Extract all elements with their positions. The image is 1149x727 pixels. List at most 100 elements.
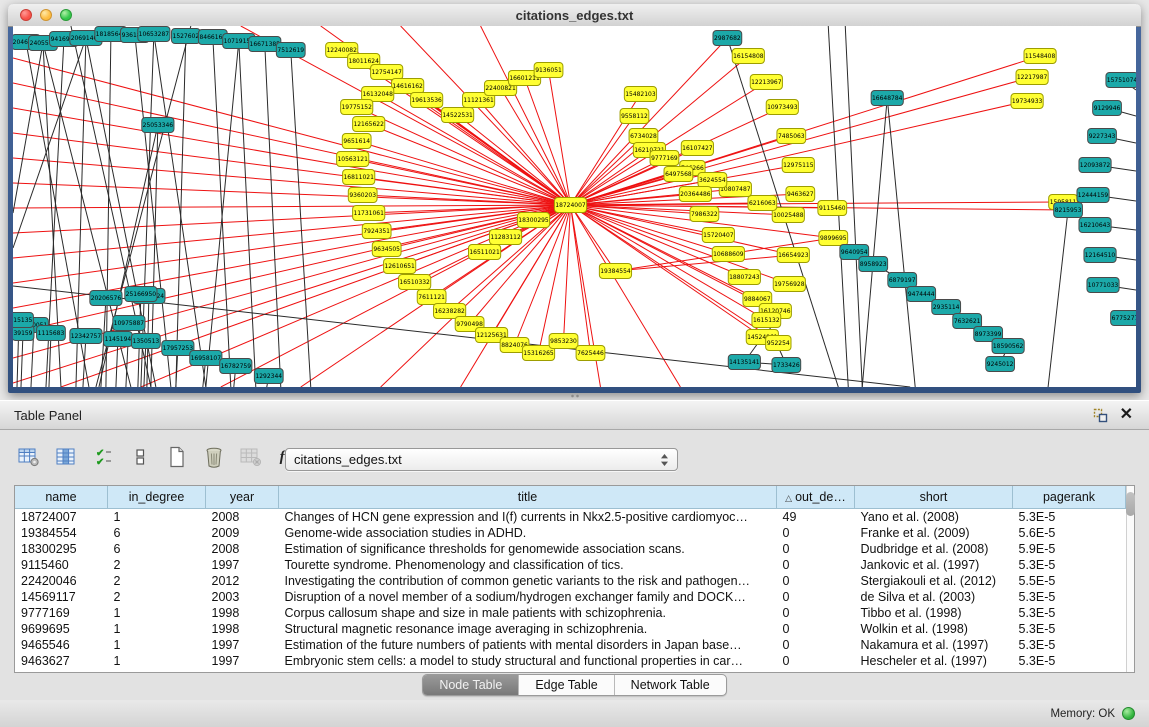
citation-edge-red[interactable] xyxy=(481,26,571,205)
close-panel-icon[interactable]: ✕ xyxy=(1120,407,1133,423)
table-cell[interactable]: Jankovic et al. (1997) xyxy=(855,557,1013,573)
table-row[interactable]: 1938455462009Genome-wide association stu… xyxy=(15,525,1126,541)
tab-edge-table[interactable]: Edge Table xyxy=(519,675,614,695)
graph-node[interactable]: 6216063 xyxy=(748,196,777,211)
citation-edge-red[interactable] xyxy=(571,150,650,205)
graph-node[interactable]: 9115460 xyxy=(818,201,847,216)
citation-edge-red[interactable] xyxy=(571,205,591,353)
table-cell[interactable]: 2 xyxy=(108,557,206,573)
graph-node[interactable]: 6734028 xyxy=(629,129,658,144)
table-cell[interactable]: 5.5E-5 xyxy=(1013,573,1126,589)
column-header-out_de[interactable]: △out_de… xyxy=(777,486,855,509)
table-cell[interactable]: Embryonic stem cells: a model to study s… xyxy=(279,653,777,669)
table-row[interactable]: 911546021997Tourette syndrome. Phenomeno… xyxy=(15,557,1126,573)
citation-edge-red[interactable] xyxy=(13,58,571,205)
graph-node[interactable]: 14522531 xyxy=(442,108,474,123)
citation-edge-red[interactable] xyxy=(571,205,616,271)
table-cell[interactable]: 1 xyxy=(108,605,206,621)
citation-edge-black[interactable] xyxy=(13,43,43,213)
graph-node[interactable]: 7512619 xyxy=(276,43,305,58)
citation-edge-black[interactable] xyxy=(265,44,281,387)
table-cell[interactable]: 0 xyxy=(777,541,855,557)
citation-edge-black[interactable] xyxy=(154,34,206,387)
table-cell[interactable]: 18300295 xyxy=(15,541,108,557)
citation-edge-red[interactable] xyxy=(13,205,571,333)
table-cell[interactable]: 2003 xyxy=(206,589,279,605)
table-cell[interactable]: 9463627 xyxy=(15,653,108,669)
table-cell[interactable]: 2 xyxy=(108,589,206,605)
table-cell[interactable]: 5.3E-5 xyxy=(1013,653,1126,669)
graph-node[interactable]: 16154808 xyxy=(732,49,764,64)
zoom-window-button[interactable] xyxy=(60,9,72,21)
citation-edge-black[interactable] xyxy=(887,98,915,387)
table-cell[interactable]: 1 xyxy=(108,653,206,669)
minimize-window-button[interactable] xyxy=(40,9,52,21)
table-cell[interactable]: 0 xyxy=(777,573,855,589)
graph-node[interactable]: 19775152 xyxy=(341,100,373,115)
graph-node[interactable]: 12164510 xyxy=(1084,248,1116,263)
citation-edge-red[interactable] xyxy=(13,158,571,205)
citation-edge-black[interactable] xyxy=(862,98,887,387)
table-row[interactable]: 946554611997Estimation of the future num… xyxy=(15,637,1126,653)
table-row[interactable]: 1456911722003Disruption of a novel membe… xyxy=(15,589,1126,605)
graph-node[interactable]: 9777169 xyxy=(650,151,679,166)
table-cell[interactable]: Yano et al. (2008) xyxy=(855,509,1013,526)
graph-node[interactable]: 14616162 xyxy=(392,79,424,94)
graph-node[interactable]: 11548408 xyxy=(1024,49,1056,64)
citation-edge-black[interactable] xyxy=(845,26,862,387)
citation-edge-black[interactable] xyxy=(49,333,51,387)
graph-node[interactable]: 12217987 xyxy=(1016,70,1048,85)
citation-edge-red[interactable] xyxy=(458,115,571,205)
table-cell[interactable]: 5.3E-5 xyxy=(1013,637,1126,653)
table-cell[interactable]: 2009 xyxy=(206,525,279,541)
graph-node[interactable]: 8215953 xyxy=(1054,203,1083,218)
table-vertical-scrollbar[interactable] xyxy=(1126,486,1134,672)
panel-resize-grip[interactable] xyxy=(570,394,580,398)
graph-node[interactable]: 2987682 xyxy=(713,31,742,46)
graph-node[interactable]: 6879197 xyxy=(888,273,917,288)
network-window-titlebar[interactable]: citations_edges.txt xyxy=(8,4,1141,27)
graph-node[interactable]: 9899695 xyxy=(819,231,848,246)
graph-node[interactable]: 10563121 xyxy=(337,152,369,167)
graph-node[interactable]: 6497568 xyxy=(664,167,693,182)
table-cell[interactable]: 2008 xyxy=(206,541,279,557)
graph-node[interactable]: 15751074 xyxy=(1106,73,1136,88)
graph-node[interactable]: 9463627 xyxy=(786,187,815,202)
table-cell[interactable]: 1 xyxy=(108,509,206,526)
graph-node[interactable]: 17957253 xyxy=(162,341,194,356)
graph-node[interactable]: 9853230 xyxy=(549,334,578,349)
float-panel-icon[interactable] xyxy=(1093,408,1108,423)
graph-node[interactable]: 12342757 xyxy=(70,329,102,344)
graph-node[interactable]: 9129946 xyxy=(1093,101,1122,116)
graph-node[interactable]: 19613536 xyxy=(411,93,443,108)
network-view[interactable]: 1872400712240082180116241275414714616162… xyxy=(13,26,1136,387)
graph-node[interactable]: 1615132 xyxy=(752,313,781,328)
table-cell[interactable]: 5.9E-5 xyxy=(1013,541,1126,557)
table-cell[interactable]: 0 xyxy=(777,525,855,541)
citation-edge-red[interactable] xyxy=(13,205,571,233)
table-cell[interactable]: 6 xyxy=(108,525,206,541)
graph-node[interactable]: 7485063 xyxy=(777,129,806,144)
table-cell[interactable]: 2008 xyxy=(206,509,279,526)
graph-node[interactable]: 15482103 xyxy=(624,87,656,102)
show-columns-icon[interactable] xyxy=(51,443,81,471)
table-cell[interactable]: 9777169 xyxy=(15,605,108,621)
table-cell[interactable]: 5.3E-5 xyxy=(1013,621,1126,637)
table-cell[interactable]: 1997 xyxy=(206,637,279,653)
graph-node[interactable]: 7986322 xyxy=(690,207,719,222)
graph-node[interactable]: 8958923 xyxy=(859,257,888,272)
table-cell[interactable]: 14569117 xyxy=(15,589,108,605)
graph-node[interactable]: 12213967 xyxy=(750,75,782,90)
table-cell[interactable]: 2012 xyxy=(206,573,279,589)
table-cell[interactable]: 9465546 xyxy=(15,637,108,653)
graph-node[interactable]: 18724007 xyxy=(554,198,586,213)
graph-node[interactable]: 1115683 xyxy=(37,326,66,341)
table-cell[interactable]: Investigating the contribution of common… xyxy=(279,573,777,589)
table-cell[interactable]: 5.6E-5 xyxy=(1013,525,1126,541)
graph-node[interactable]: 1527602 xyxy=(171,29,200,44)
table-row[interactable]: 2242004622012Investigating the contribut… xyxy=(15,573,1126,589)
graph-node[interactable]: 9136051 xyxy=(534,63,563,78)
column-header-name[interactable]: name xyxy=(15,486,108,509)
citation-edge-black[interactable] xyxy=(21,333,23,387)
table-cell[interactable]: 1998 xyxy=(206,605,279,621)
